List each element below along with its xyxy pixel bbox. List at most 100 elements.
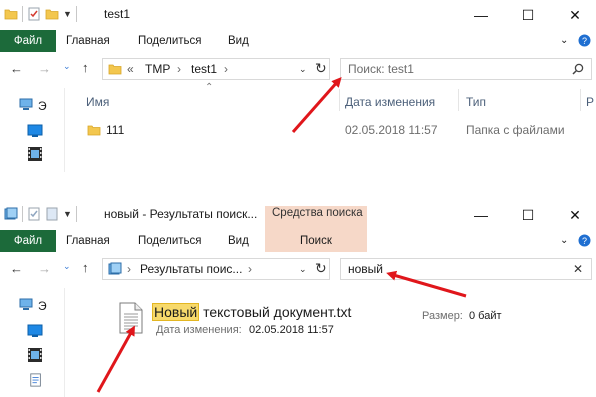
search-result-item[interactable]: Новый текстовый документ.txt Дата измене…: [112, 296, 532, 344]
desktop-icon[interactable]: [27, 124, 43, 138]
tab-home[interactable]: Главная: [66, 30, 110, 52]
breadcrumb-search-results[interactable]: Результаты поис...: [140, 262, 242, 276]
video-icon[interactable]: [27, 348, 43, 362]
explorer-window-search: ▼ новый - Результаты поиск... Средства п…: [0, 200, 596, 397]
dropdown-icon[interactable]: ▼: [63, 209, 72, 219]
folder-icon: [4, 9, 18, 20]
chevron-icon[interactable]: ›: [248, 262, 252, 276]
search-input[interactable]: новый: [348, 262, 383, 276]
size-label: Размер:: [422, 310, 463, 322]
date-value: 02.05.2018 11:57: [249, 324, 334, 336]
address-bar[interactable]: « TMP › test1 › ⌄ ↻: [102, 58, 330, 80]
tab-search[interactable]: Поиск: [300, 230, 332, 252]
chevron-icon[interactable]: ⌄: [560, 30, 568, 52]
forward-icon[interactable]: →: [38, 261, 51, 276]
column-header-name[interactable]: Имя: [86, 95, 109, 109]
checklist-icon[interactable]: [27, 207, 41, 221]
desktop-icon[interactable]: [27, 324, 43, 338]
document-icon[interactable]: [45, 207, 59, 221]
sidebar-item-label[interactable]: Э: [38, 99, 47, 113]
file-name: 111: [106, 123, 125, 137]
column-header-type[interactable]: Тип: [466, 95, 486, 109]
dropdown-icon[interactable]: ⌄: [299, 64, 307, 75]
computer-icon[interactable]: [19, 98, 35, 112]
folder-icon: [108, 64, 122, 75]
tab-file[interactable]: Файл: [0, 230, 56, 252]
tab-view[interactable]: Вид: [228, 30, 249, 52]
pane-divider: [64, 288, 65, 397]
chevron-icon[interactable]: ›: [224, 62, 228, 76]
minimize-icon[interactable]: —: [458, 0, 504, 30]
chevron-icon[interactable]: ⌄: [560, 230, 568, 252]
dropdown-icon[interactable]: ▼: [63, 9, 72, 19]
search-input[interactable]: Поиск: test1: [348, 62, 414, 76]
help-icon[interactable]: ?: [578, 230, 591, 252]
breadcrumb-tmp[interactable]: TMP: [145, 62, 170, 76]
column-divider[interactable]: [339, 89, 340, 111]
checklist-icon[interactable]: [27, 7, 41, 21]
minimize-icon[interactable]: —: [458, 200, 504, 230]
forward-icon[interactable]: →: [38, 61, 51, 76]
toolbar-separator: [75, 6, 77, 22]
window-title: новый - Результаты поиск...: [104, 207, 258, 221]
toolbar-separator: [22, 6, 23, 22]
maximize-icon[interactable]: ☐: [505, 0, 551, 30]
column-divider[interactable]: [458, 89, 459, 111]
breadcrumb-overflow[interactable]: «: [127, 62, 134, 76]
column-header-date[interactable]: Дата изменения: [345, 95, 435, 109]
text-file-icon: [119, 302, 143, 334]
title-bar: ▼ новый - Результаты поиск... Средства п…: [0, 200, 596, 230]
context-tab-label: Средства поиска: [272, 207, 363, 219]
ribbon-tabs: Файл Главная Поделиться Вид Поиск ⌄ ?: [0, 230, 596, 252]
recent-icon[interactable]: ⌄: [63, 61, 71, 72]
address-bar[interactable]: › Результаты поис... › ⌄ ↻: [102, 258, 330, 280]
up-icon[interactable]: ↑: [82, 60, 89, 75]
search-box[interactable]: новый ✕: [340, 258, 592, 280]
search-match-highlight: Новый: [152, 303, 200, 321]
back-icon[interactable]: ←: [10, 261, 23, 276]
toolbar-separator: [75, 206, 77, 222]
table-row[interactable]: 111 02.05.2018 11:57 Папка с файлами: [80, 120, 596, 140]
close-icon[interactable]: ✕: [552, 0, 596, 30]
search-box[interactable]: Поиск: test1: [340, 58, 592, 80]
window-title: test1: [104, 7, 131, 21]
video-icon[interactable]: [27, 147, 43, 161]
tab-share[interactable]: Поделиться: [138, 30, 202, 52]
tab-home[interactable]: Главная: [66, 230, 110, 252]
dropdown-icon[interactable]: ⌄: [299, 264, 307, 275]
breadcrumb-test1[interactable]: test1: [191, 62, 217, 76]
quick-access-toolbar: ▼: [4, 6, 77, 22]
up-icon[interactable]: ↑: [82, 260, 89, 275]
file-type: Папка с файлами: [466, 123, 565, 137]
refresh-icon[interactable]: ↻: [315, 60, 327, 77]
help-icon[interactable]: ?: [578, 30, 591, 52]
size-value: 0 байт: [469, 310, 502, 322]
close-icon[interactable]: ✕: [552, 200, 596, 230]
search-results-icon: [4, 207, 18, 220]
tab-file[interactable]: Файл: [0, 30, 56, 52]
tab-share[interactable]: Поделиться: [138, 230, 202, 252]
search-results-icon: [108, 262, 122, 275]
search-icon[interactable]: [572, 63, 584, 75]
refresh-icon[interactable]: ↻: [315, 260, 327, 277]
toolbar-separator: [22, 206, 23, 222]
explorer-window-test1: ▼ test1 — ☐ ✕ Файл Главная Поделиться Ви…: [0, 0, 596, 172]
quick-access-toolbar: ▼: [4, 206, 77, 222]
computer-icon[interactable]: [19, 298, 35, 312]
folder-icon[interactable]: [45, 7, 59, 21]
title-bar: ▼ test1 — ☐ ✕: [0, 0, 596, 30]
chevron-icon[interactable]: ›: [177, 62, 181, 76]
column-divider[interactable]: [580, 89, 581, 111]
tab-view[interactable]: Вид: [228, 230, 249, 252]
sidebar-item-label[interactable]: Э: [38, 299, 47, 313]
date-label: Дата изменения:: [156, 324, 242, 336]
maximize-icon[interactable]: ☐: [505, 200, 551, 230]
back-icon[interactable]: ←: [10, 61, 23, 76]
recent-icon[interactable]: ⌄: [63, 261, 71, 272]
column-header-size[interactable]: Р: [586, 95, 594, 109]
clear-icon[interactable]: ✕: [573, 262, 583, 276]
ribbon-tabs: Файл Главная Поделиться Вид ⌄ ?: [0, 30, 596, 52]
pane-divider: [64, 88, 65, 172]
document-icon[interactable]: [28, 373, 44, 387]
chevron-icon[interactable]: ›: [127, 262, 131, 276]
